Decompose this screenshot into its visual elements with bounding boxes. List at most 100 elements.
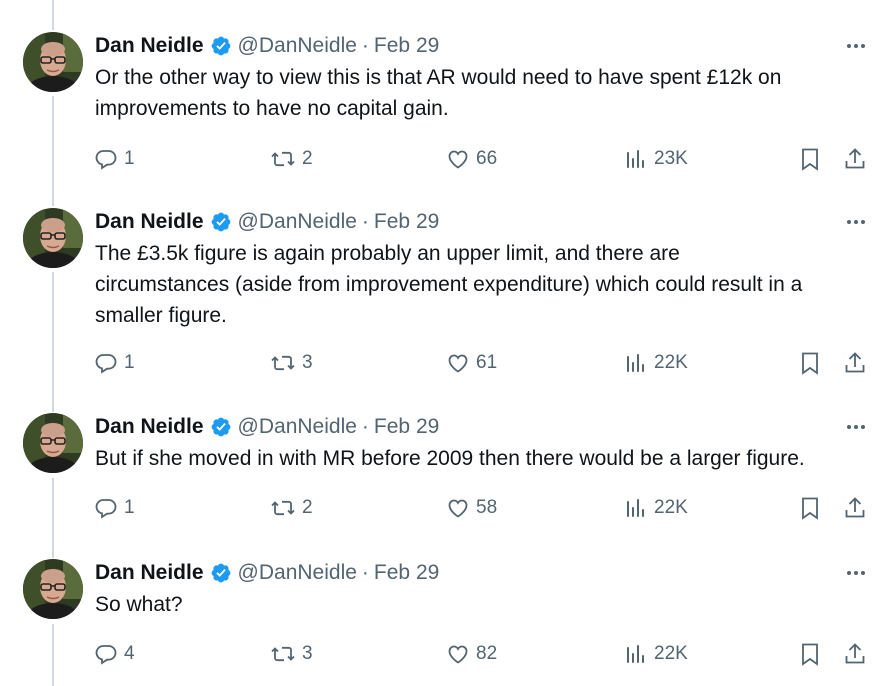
author-handle[interactable]: @DanNeidle <box>238 415 357 439</box>
bookmark-button[interactable] <box>798 348 828 378</box>
tweet-header: Dan Neidle @DanNeidle · Feb 29 <box>95 413 439 441</box>
views-button[interactable]: 22K <box>624 639 688 669</box>
retweet-icon <box>271 151 295 167</box>
tweet-text: So what? <box>95 589 875 620</box>
reply-button[interactable]: 1 <box>94 493 135 523</box>
verified-badge-icon <box>210 416 232 438</box>
share-icon <box>845 148 865 169</box>
view-count: 23K <box>654 148 688 169</box>
bookmark-icon <box>802 643 818 666</box>
tweet-text: But if she moved in with MR before 2009 … <box>95 443 875 474</box>
views-button[interactable]: 22K <box>624 348 688 378</box>
share-button[interactable] <box>843 493 873 523</box>
like-count: 58 <box>476 497 498 518</box>
like-button[interactable]: 61 <box>446 348 497 378</box>
reply-count: 1 <box>124 352 135 373</box>
thread-line <box>52 272 54 412</box>
reply-count: 1 <box>124 148 135 169</box>
reply-button[interactable]: 4 <box>94 639 135 669</box>
author-name[interactable]: Dan Neidle <box>95 34 204 58</box>
bookmark-button[interactable] <box>798 144 828 174</box>
tweet-date[interactable]: Feb 29 <box>374 210 439 234</box>
analytics-icon <box>627 499 644 517</box>
tweet-text-line: So what? <box>95 593 183 616</box>
share-button[interactable] <box>843 144 873 174</box>
retweet-count: 3 <box>302 643 313 664</box>
retweet-button[interactable]: 3 <box>270 348 313 378</box>
like-count: 61 <box>476 352 498 373</box>
share-button[interactable] <box>843 639 873 669</box>
views-button[interactable]: 22K <box>624 493 688 523</box>
more-options-icon[interactable] <box>844 415 868 439</box>
separator-dot: · <box>361 210 369 233</box>
reply-icon <box>95 354 117 374</box>
more-options-icon[interactable] <box>844 210 868 234</box>
reply-count: 1 <box>124 497 135 518</box>
tweet-date[interactable]: Feb 29 <box>374 34 439 58</box>
tweet-text-line: circumstances (aside from improvement ex… <box>95 273 803 296</box>
tweet-header: Dan Neidle @DanNeidle · Feb 29 <box>95 559 439 587</box>
verified-badge-icon <box>210 562 232 584</box>
views-button[interactable]: 23K <box>624 144 688 174</box>
author-name[interactable]: Dan Neidle <box>95 561 204 585</box>
author-handle[interactable]: @DanNeidle <box>238 561 357 585</box>
tweet-actions: 4 3 82 22K <box>0 639 892 669</box>
like-button[interactable]: 66 <box>446 144 497 174</box>
author-name[interactable]: Dan Neidle <box>95 210 204 234</box>
analytics-icon <box>627 150 644 168</box>
separator-dot: · <box>361 561 369 584</box>
tweet-text-line: improvements to have no capital gain. <box>95 97 449 120</box>
analytics-icon <box>627 354 644 372</box>
bookmark-icon <box>802 497 818 520</box>
retweet-count: 2 <box>302 148 313 169</box>
author-handle[interactable]: @DanNeidle <box>238 34 357 58</box>
tweet-text-line: But if she moved in with MR before 2009 … <box>95 447 805 470</box>
more-options-icon[interactable] <box>844 561 868 585</box>
avatar[interactable] <box>23 559 83 619</box>
reply-icon <box>95 645 117 665</box>
reply-icon <box>95 150 117 170</box>
bookmark-button[interactable] <box>798 639 828 669</box>
tweet-header: Dan Neidle @DanNeidle · Feb 29 <box>95 208 439 236</box>
reply-count: 4 <box>124 643 135 664</box>
like-count: 82 <box>476 643 498 664</box>
analytics-icon <box>627 645 644 663</box>
heart-icon <box>448 499 468 518</box>
view-count: 22K <box>654 352 688 373</box>
tweet-text: The £3.5k figure is again probably an up… <box>95 238 875 331</box>
avatar[interactable] <box>23 32 83 92</box>
like-button[interactable]: 82 <box>446 639 497 669</box>
verified-badge-icon <box>210 35 232 57</box>
bookmark-button[interactable] <box>798 493 828 523</box>
author-handle[interactable]: @DanNeidle <box>238 210 357 234</box>
verified-badge-icon <box>210 211 232 233</box>
retweet-button[interactable]: 2 <box>270 493 313 523</box>
view-count: 22K <box>654 497 688 518</box>
like-count: 66 <box>476 148 498 169</box>
like-button[interactable]: 58 <box>446 493 497 523</box>
author-name[interactable]: Dan Neidle <box>95 415 204 439</box>
reply-icon <box>95 499 117 519</box>
share-button[interactable] <box>843 348 873 378</box>
heart-icon <box>448 354 468 373</box>
tweet-date[interactable]: Feb 29 <box>374 415 439 439</box>
tweet-actions: 1 2 66 23K <box>0 144 892 174</box>
view-count: 22K <box>654 643 688 664</box>
separator-dot: · <box>361 34 369 57</box>
retweet-count: 2 <box>302 497 313 518</box>
retweet-icon <box>271 355 295 371</box>
tweet-actions: 1 3 61 22K <box>0 348 892 378</box>
reply-button[interactable]: 1 <box>94 348 135 378</box>
retweet-icon <box>271 646 295 662</box>
avatar[interactable] <box>23 208 83 268</box>
reply-button[interactable]: 1 <box>94 144 135 174</box>
avatar[interactable] <box>23 413 83 473</box>
tweet-date[interactable]: Feb 29 <box>374 561 439 585</box>
share-icon <box>845 643 865 664</box>
more-options-icon[interactable] <box>844 34 868 58</box>
tweet-text-line: Or the other way to view this is that AR… <box>95 66 782 89</box>
retweet-button[interactable]: 3 <box>270 639 313 669</box>
retweet-button[interactable]: 2 <box>270 144 313 174</box>
tweet-text-line: The £3.5k figure is again probably an up… <box>95 242 680 265</box>
heart-icon <box>448 150 468 169</box>
